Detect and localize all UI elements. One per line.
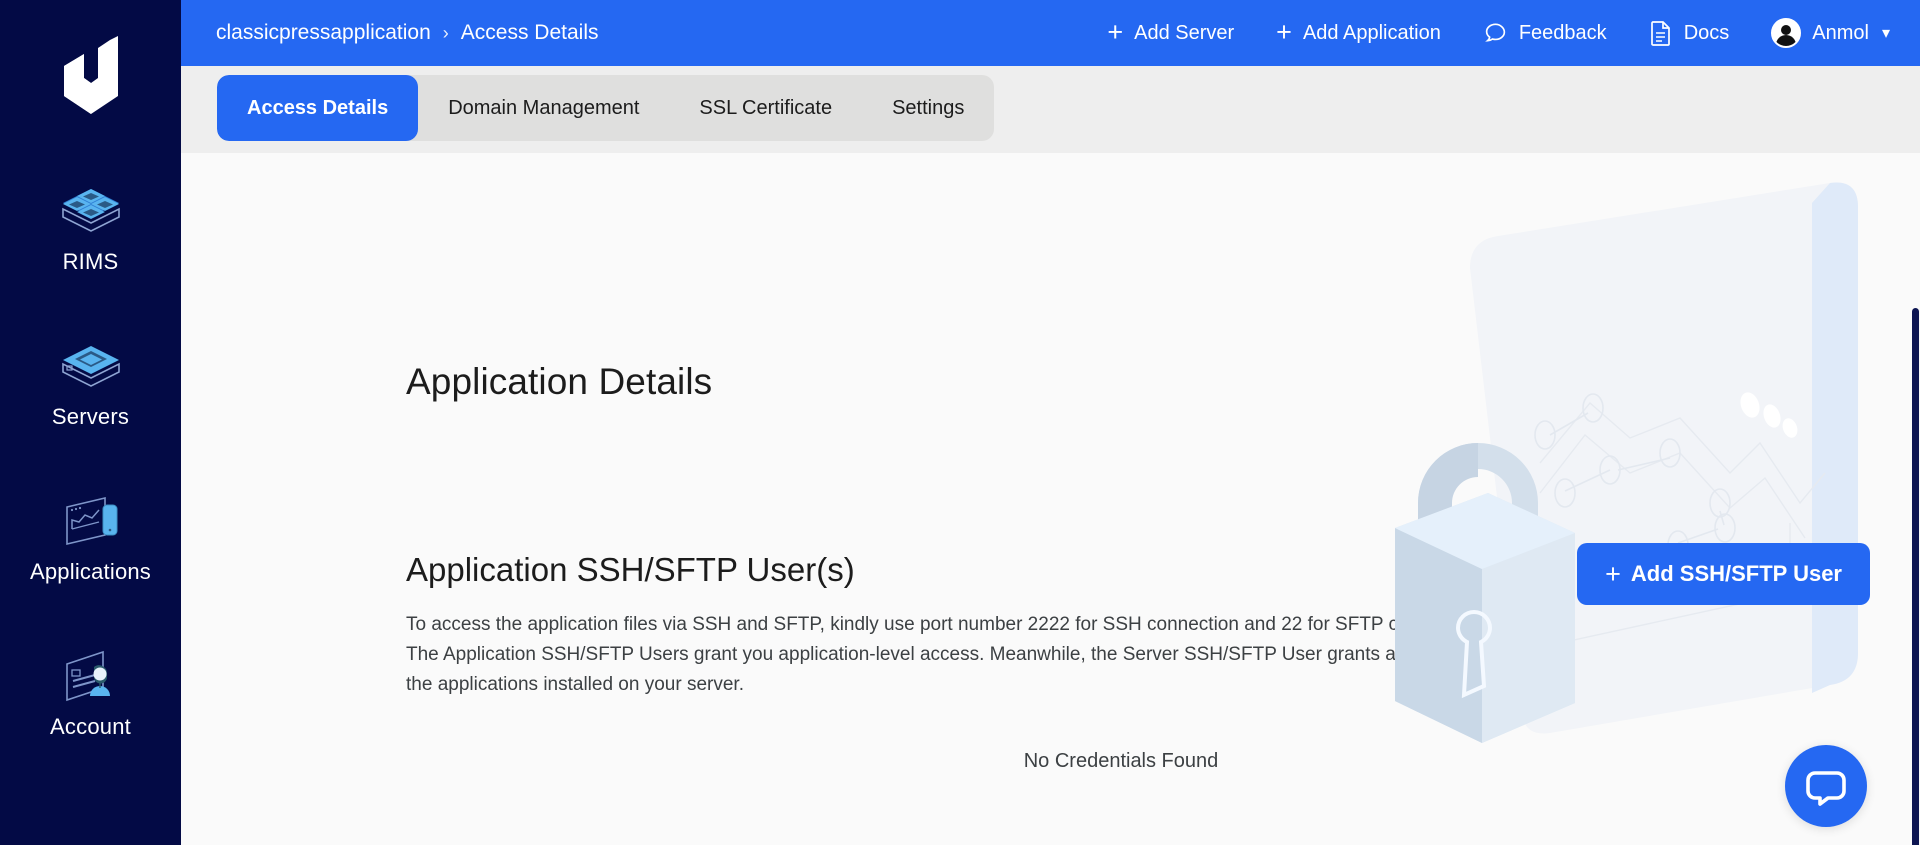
add-ssh-sftp-user-button[interactable]: + Add SSH/SFTP User bbox=[1577, 543, 1870, 605]
chevron-down-icon: ▾ bbox=[1882, 23, 1890, 43]
tab-domain-management[interactable]: Domain Management bbox=[418, 75, 669, 141]
sidebar: RIMS Servers bbox=[0, 0, 181, 845]
breadcrumb-current: Access Details bbox=[461, 21, 599, 45]
account-icon bbox=[59, 648, 123, 706]
add-application-button[interactable]: + Add Application bbox=[1276, 21, 1441, 46]
user-avatar-icon bbox=[1771, 18, 1801, 48]
breadcrumb-root[interactable]: classicpressapplication bbox=[216, 21, 431, 45]
tabs-group: Access Details Domain Management SSL Cer… bbox=[217, 75, 994, 141]
tab-label: Domain Management bbox=[448, 97, 639, 120]
chat-bubble-icon bbox=[1483, 21, 1508, 46]
page-title: Application Details bbox=[406, 361, 712, 403]
add-application-label: Add Application bbox=[1303, 22, 1441, 45]
sidebar-item-servers[interactable]: Servers bbox=[0, 305, 181, 460]
app-root: RIMS Servers bbox=[0, 0, 1920, 845]
tab-label: Settings bbox=[892, 97, 964, 120]
add-server-label: Add Server bbox=[1134, 22, 1234, 45]
tab-label: SSL Certificate bbox=[699, 97, 832, 120]
document-icon bbox=[1649, 20, 1673, 46]
cloudways-logo-icon bbox=[60, 36, 122, 114]
tab-label: Access Details bbox=[247, 97, 388, 120]
tab-access-details[interactable]: Access Details bbox=[217, 75, 418, 141]
sidebar-item-label: RIMS bbox=[63, 251, 119, 273]
sidebar-item-applications[interactable]: Applications bbox=[0, 460, 181, 615]
tab-ssl-certificate[interactable]: SSL Certificate bbox=[669, 75, 862, 141]
breadcrumb-separator-icon: › bbox=[443, 23, 449, 44]
user-name: Anmol bbox=[1812, 22, 1869, 45]
vertical-scrollbar-thumb[interactable] bbox=[1912, 308, 1919, 845]
sidebar-item-label: Servers bbox=[52, 406, 129, 428]
section-description: To access the application files via SSH … bbox=[406, 610, 1521, 700]
sidebar-logo[interactable] bbox=[0, 0, 181, 150]
docs-label: Docs bbox=[1684, 22, 1730, 45]
servers-icon bbox=[59, 338, 123, 396]
sidebar-item-label: Account bbox=[50, 716, 131, 738]
content-area: Application Details Application SSH/SFTP… bbox=[181, 153, 1920, 845]
applications-icon bbox=[59, 493, 123, 551]
feedback-button[interactable]: Feedback bbox=[1483, 21, 1607, 46]
feedback-label: Feedback bbox=[1519, 22, 1607, 45]
section-title: Application SSH/SFTP User(s) bbox=[406, 551, 855, 589]
tab-settings[interactable]: Settings bbox=[862, 75, 994, 141]
top-header-bar: classicpressapplication › Access Details… bbox=[181, 0, 1920, 66]
sidebar-item-rims[interactable]: RIMS bbox=[0, 150, 181, 305]
sidebar-nav: RIMS Servers bbox=[0, 150, 181, 770]
docs-button[interactable]: Docs bbox=[1649, 20, 1730, 46]
sidebar-item-label: Applications bbox=[30, 561, 151, 583]
breadcrumb: classicpressapplication › Access Details bbox=[216, 21, 599, 45]
live-chat-button[interactable] bbox=[1785, 745, 1867, 827]
rims-stack-icon bbox=[59, 183, 123, 241]
tab-strip: Access Details Domain Management SSL Cer… bbox=[181, 66, 1920, 153]
main-column: classicpressapplication › Access Details… bbox=[181, 0, 1920, 845]
plus-icon: + bbox=[1605, 561, 1621, 588]
top-actions: + Add Server + Add Application Feedback bbox=[1107, 18, 1890, 48]
plus-icon: + bbox=[1276, 19, 1292, 46]
sidebar-item-account[interactable]: Account bbox=[0, 615, 181, 770]
add-server-button[interactable]: + Add Server bbox=[1107, 21, 1234, 46]
user-menu[interactable]: Anmol ▾ bbox=[1771, 18, 1890, 48]
add-ssh-sftp-user-label: Add SSH/SFTP User bbox=[1631, 561, 1842, 587]
plus-icon: + bbox=[1107, 19, 1123, 46]
chat-bubble-icon bbox=[1805, 765, 1847, 807]
empty-state-message: No Credentials Found bbox=[1024, 750, 1219, 773]
